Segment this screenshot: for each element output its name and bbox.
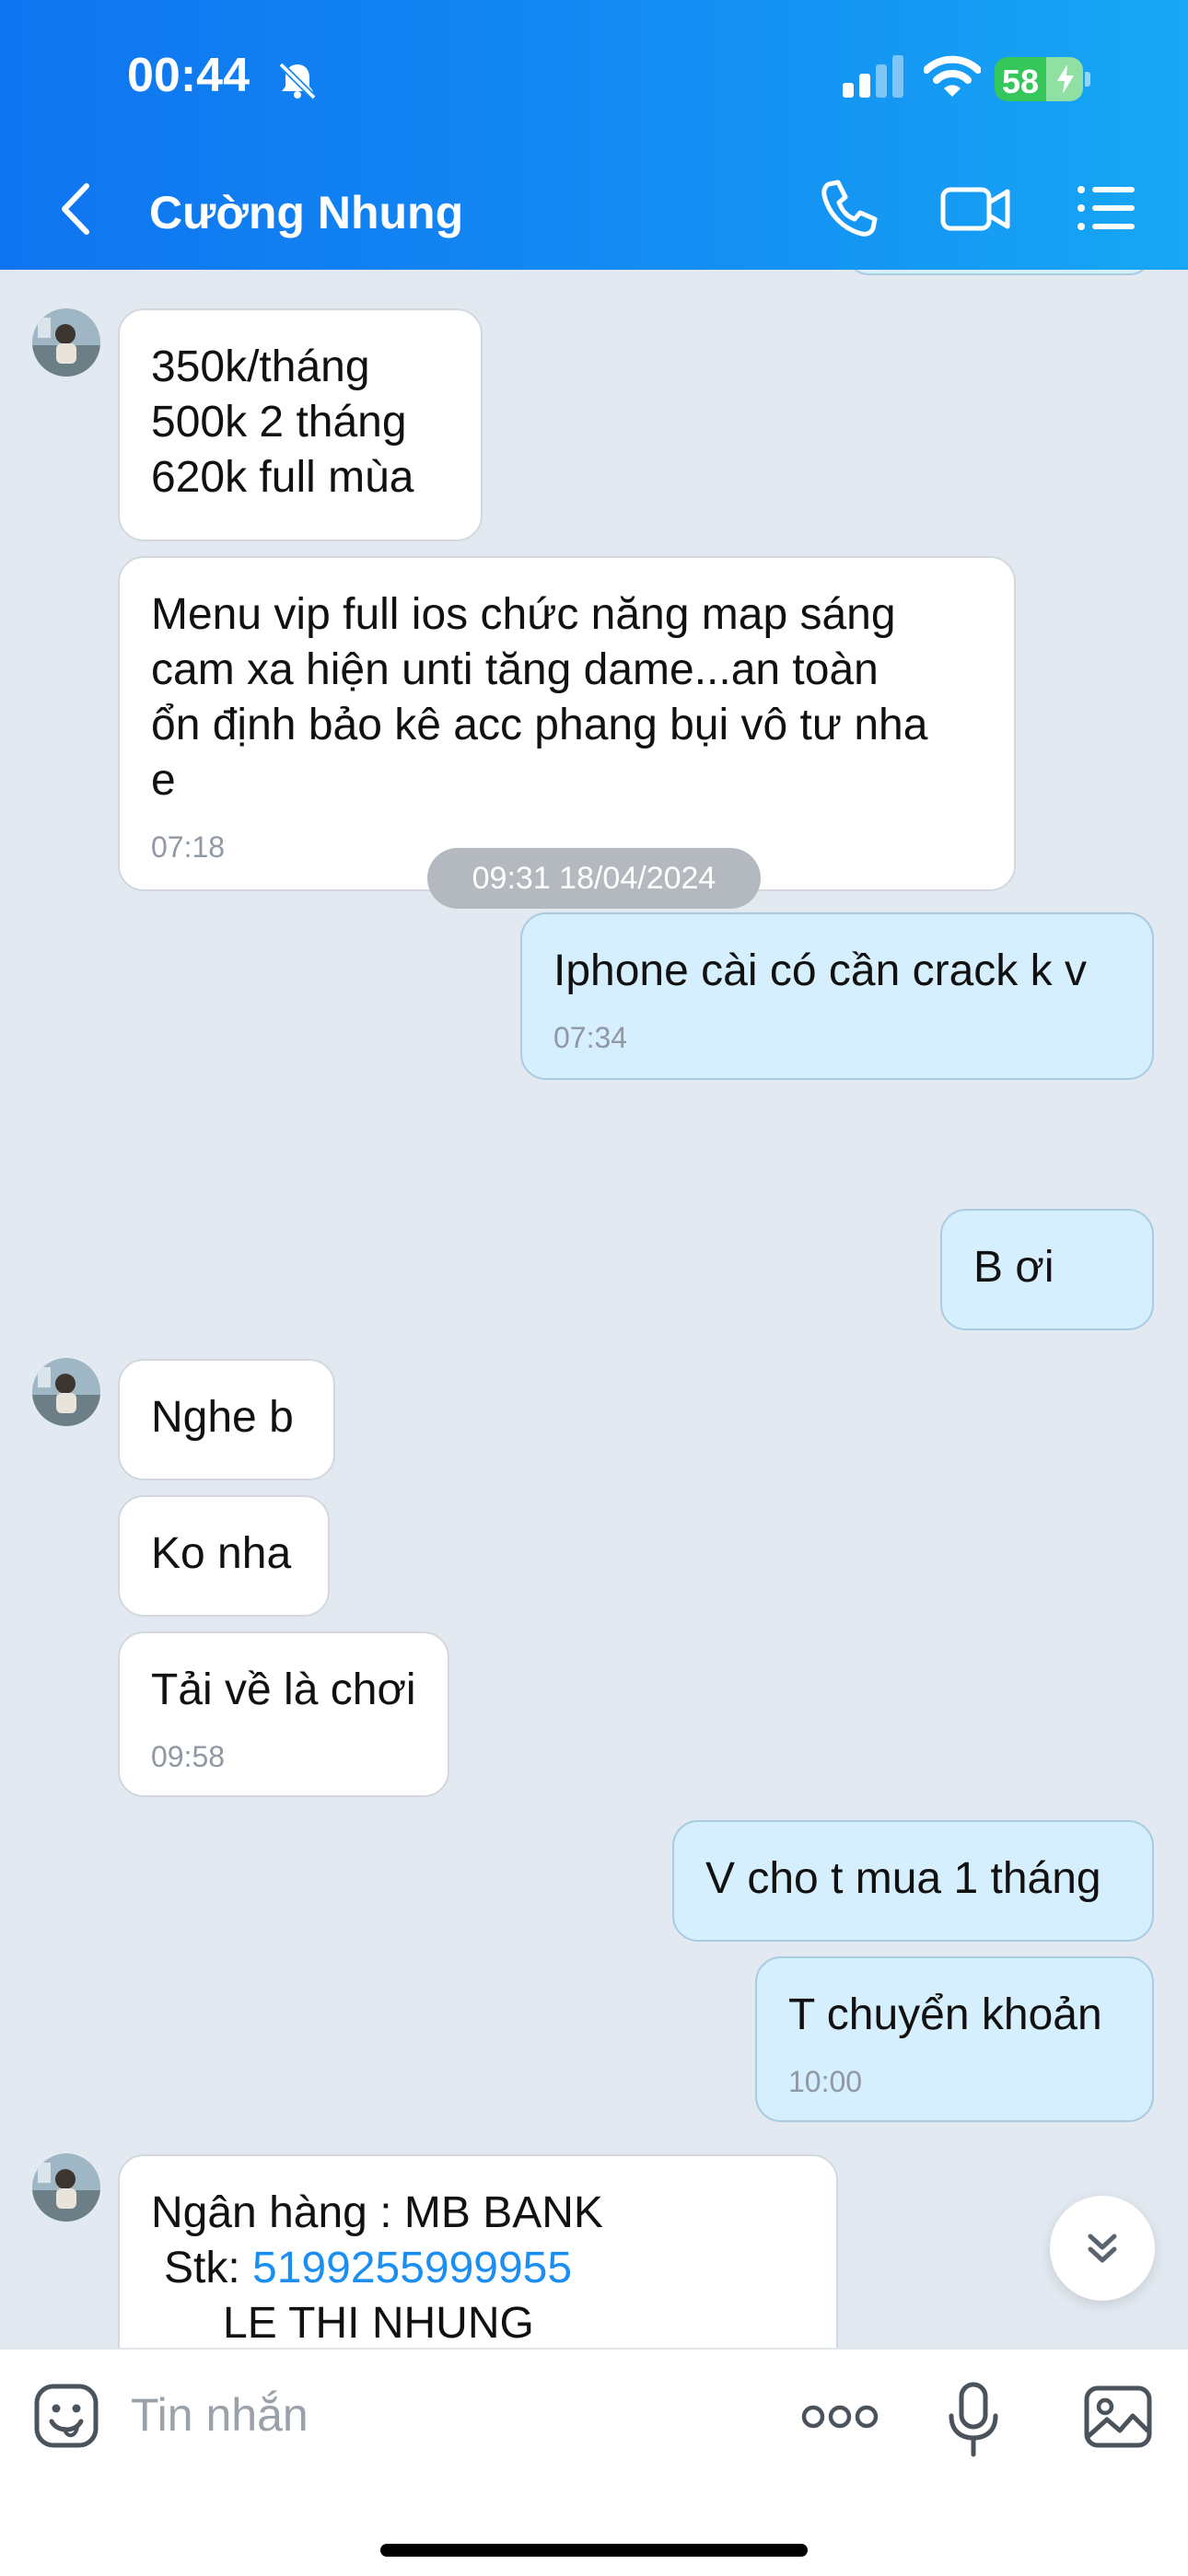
- bell-off-icon: [278, 62, 317, 100]
- microphone-icon[interactable]: [947, 2381, 1000, 2458]
- double-chevron-down-icon: [1088, 2234, 1117, 2263]
- message-text: 350k/tháng 500k 2 tháng 620k full mùa: [151, 342, 414, 502]
- message-time: 07:34: [553, 1021, 628, 1054]
- status-time: 00:44: [127, 49, 250, 102]
- phone-call-icon[interactable]: [816, 175, 882, 241]
- more-options-icon[interactable]: [801, 2401, 879, 2432]
- message-bubble-incoming[interactable]: Menu vip full ios chức năng map sáng cam…: [118, 556, 1016, 891]
- message-list[interactable]: 350k/tháng 500k 2 tháng 620k full mùa Me…: [0, 270, 1188, 2348]
- battery-level: 58: [1002, 63, 1040, 100]
- video-call-icon[interactable]: [939, 175, 1011, 241]
- contact-avatar[interactable]: [32, 308, 100, 377]
- contact-name[interactable]: Cường Nhung: [149, 186, 463, 239]
- message-composer: Tin nhắn: [0, 2348, 1188, 2576]
- scroll-to-bottom-button[interactable]: [1050, 2196, 1155, 2301]
- chat-header: 00:44 58 Cường Nhung: [0, 0, 1188, 270]
- message-text: Iphone cài có cần crack k v: [553, 946, 1087, 995]
- battery-tip: [1085, 72, 1090, 87]
- sticker-emoji-icon[interactable]: [33, 2383, 99, 2449]
- message-input[interactable]: Tin nhắn: [131, 2388, 309, 2442]
- image-gallery-icon[interactable]: [1083, 2385, 1153, 2449]
- charging-bolt-icon: [1057, 64, 1074, 94]
- cellular-signal-icon: [843, 55, 903, 98]
- menu-list-icon[interactable]: [1074, 175, 1140, 241]
- wifi-icon: [924, 55, 981, 97]
- back-chevron-icon[interactable]: [53, 180, 99, 238]
- message-bubble-incoming[interactable]: 350k/tháng 500k 2 tháng 620k full mùa: [118, 308, 483, 541]
- message-bubble-outgoing[interactable]: Iphone cài có cần crack k v 07:34: [520, 912, 1154, 1080]
- home-indicator[interactable]: [380, 2544, 808, 2557]
- message-text: Menu vip full ios chức năng map sáng cam…: [151, 590, 928, 805]
- message-bubble-outgoing-partial[interactable]: [847, 270, 1151, 275]
- battery-indicator: 58: [995, 57, 1083, 101]
- date-separator: 09:31 18/04/2024: [427, 848, 761, 909]
